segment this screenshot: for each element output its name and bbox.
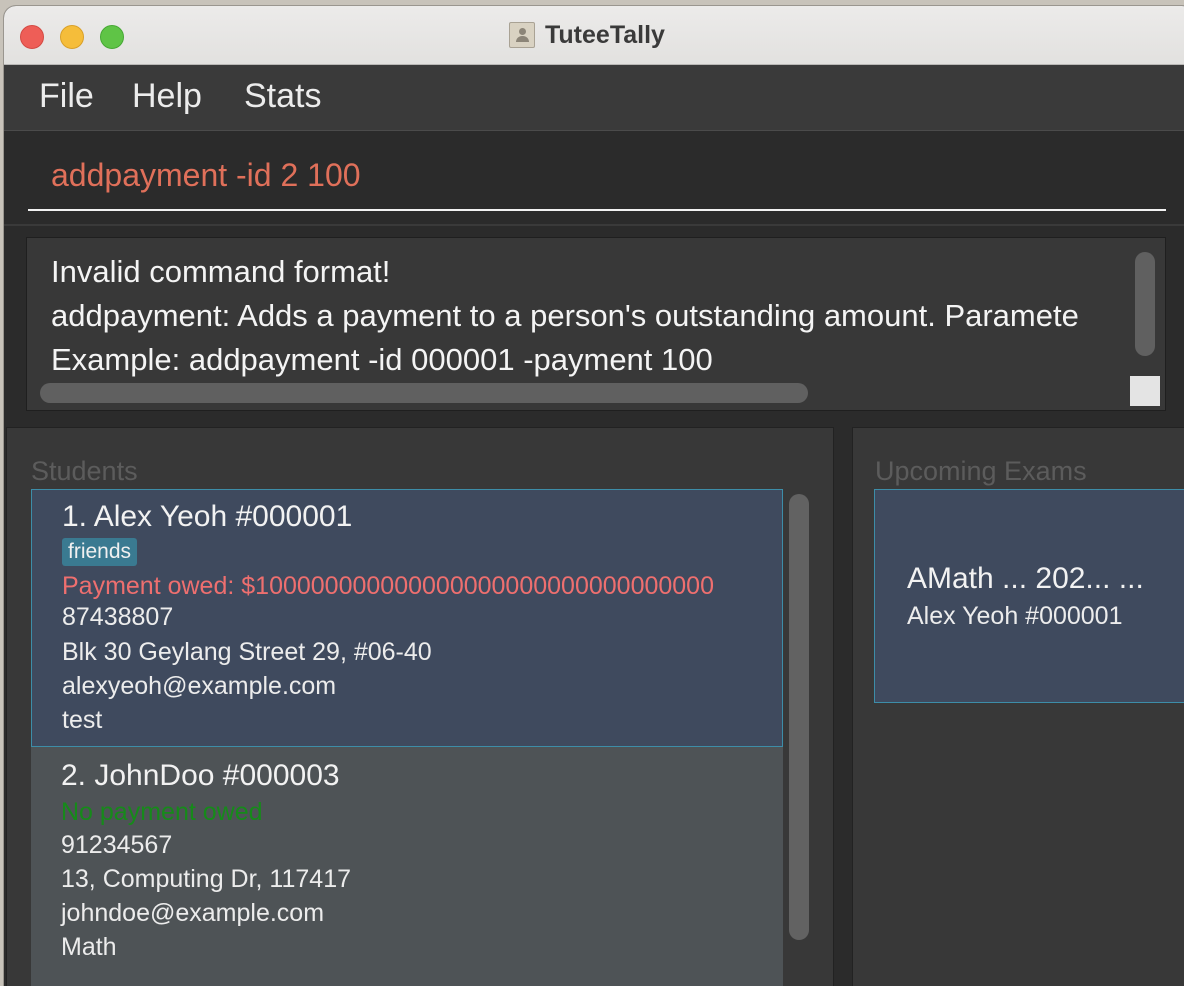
students-label: Students xyxy=(31,456,138,486)
exam-card-1[interactable]: AMath ... 202... ... Alex Yeoh #000001 xyxy=(874,489,1184,703)
student-header: 1. Alex Yeoh #000001 xyxy=(62,500,353,533)
command-input[interactable]: addpayment -id 2 100 xyxy=(28,131,1166,211)
scroll-corner xyxy=(1130,376,1160,406)
command-box: addpayment -id 2 100 xyxy=(4,131,1184,226)
menu-stats[interactable]: Stats xyxy=(244,77,321,116)
student-tag: friends xyxy=(62,538,138,566)
result-horizontal-scrollbar[interactable] xyxy=(40,383,808,403)
exam-title: AMath ... 202... ... xyxy=(907,562,1144,595)
command-input-text: addpayment -id 2 100 xyxy=(51,157,361,193)
title-bar: TuteeTally xyxy=(4,6,1184,65)
app-document-icon xyxy=(509,22,535,48)
result-line-1: Invalid command format! xyxy=(51,254,391,289)
window-title: TuteeTally xyxy=(545,20,665,49)
student-phone: 91234567 xyxy=(61,831,173,859)
menu-file[interactable]: File xyxy=(39,77,94,116)
result-line-2: addpayment: Adds a payment to a person's… xyxy=(51,298,1079,333)
student-subject: test xyxy=(62,706,103,734)
student-address: Blk 30 Geylang Street 29, #06-40 xyxy=(62,638,432,666)
result-line-3: Example: addpayment -id 000001 -payment … xyxy=(51,342,713,377)
student-header: 2. JohnDoo #000003 xyxy=(61,759,340,792)
minimize-window-button[interactable] xyxy=(60,25,84,49)
close-window-button[interactable] xyxy=(20,25,44,49)
student-card-1[interactable]: 1. Alex Yeoh #000001 friends Payment owe… xyxy=(31,489,783,747)
student-phone: 87438807 xyxy=(62,603,174,631)
student-payment: Payment owed: $1000000000000000000000000… xyxy=(62,572,714,600)
students-scrollbar[interactable] xyxy=(789,494,809,940)
exams-panel: Upcoming Exams AMath ... 202... ... Alex… xyxy=(852,427,1184,986)
menu-help[interactable]: Help xyxy=(132,77,202,116)
student-subject: Math xyxy=(61,933,117,961)
menu-bar: File Help Stats xyxy=(4,65,1184,131)
students-panel: Students 1. Alex Yeoh #000001 friends Pa… xyxy=(6,427,834,986)
student-email: alexyeoh@example.com xyxy=(62,672,337,700)
result-display[interactable]: Invalid command format! addpayment: Adds… xyxy=(26,237,1166,411)
exams-label: Upcoming Exams xyxy=(875,456,1087,486)
student-card-2[interactable]: 2. JohnDoo #000003 No payment owed 91234… xyxy=(31,747,783,986)
student-payment: No payment owed xyxy=(61,798,263,826)
app-window: TuteeTally File Help Stats addpayment -i… xyxy=(4,6,1184,986)
student-email: johndoe@example.com xyxy=(61,899,325,927)
lists-area: Students 1. Alex Yeoh #000001 friends Pa… xyxy=(4,423,1184,986)
student-address: 13, Computing Dr, 117417 xyxy=(61,865,352,893)
exam-student: Alex Yeoh #000001 xyxy=(907,602,1123,630)
zoom-window-button[interactable] xyxy=(100,25,124,49)
result-vertical-scrollbar[interactable] xyxy=(1135,252,1155,356)
window-title-group: TuteeTally xyxy=(509,20,665,50)
